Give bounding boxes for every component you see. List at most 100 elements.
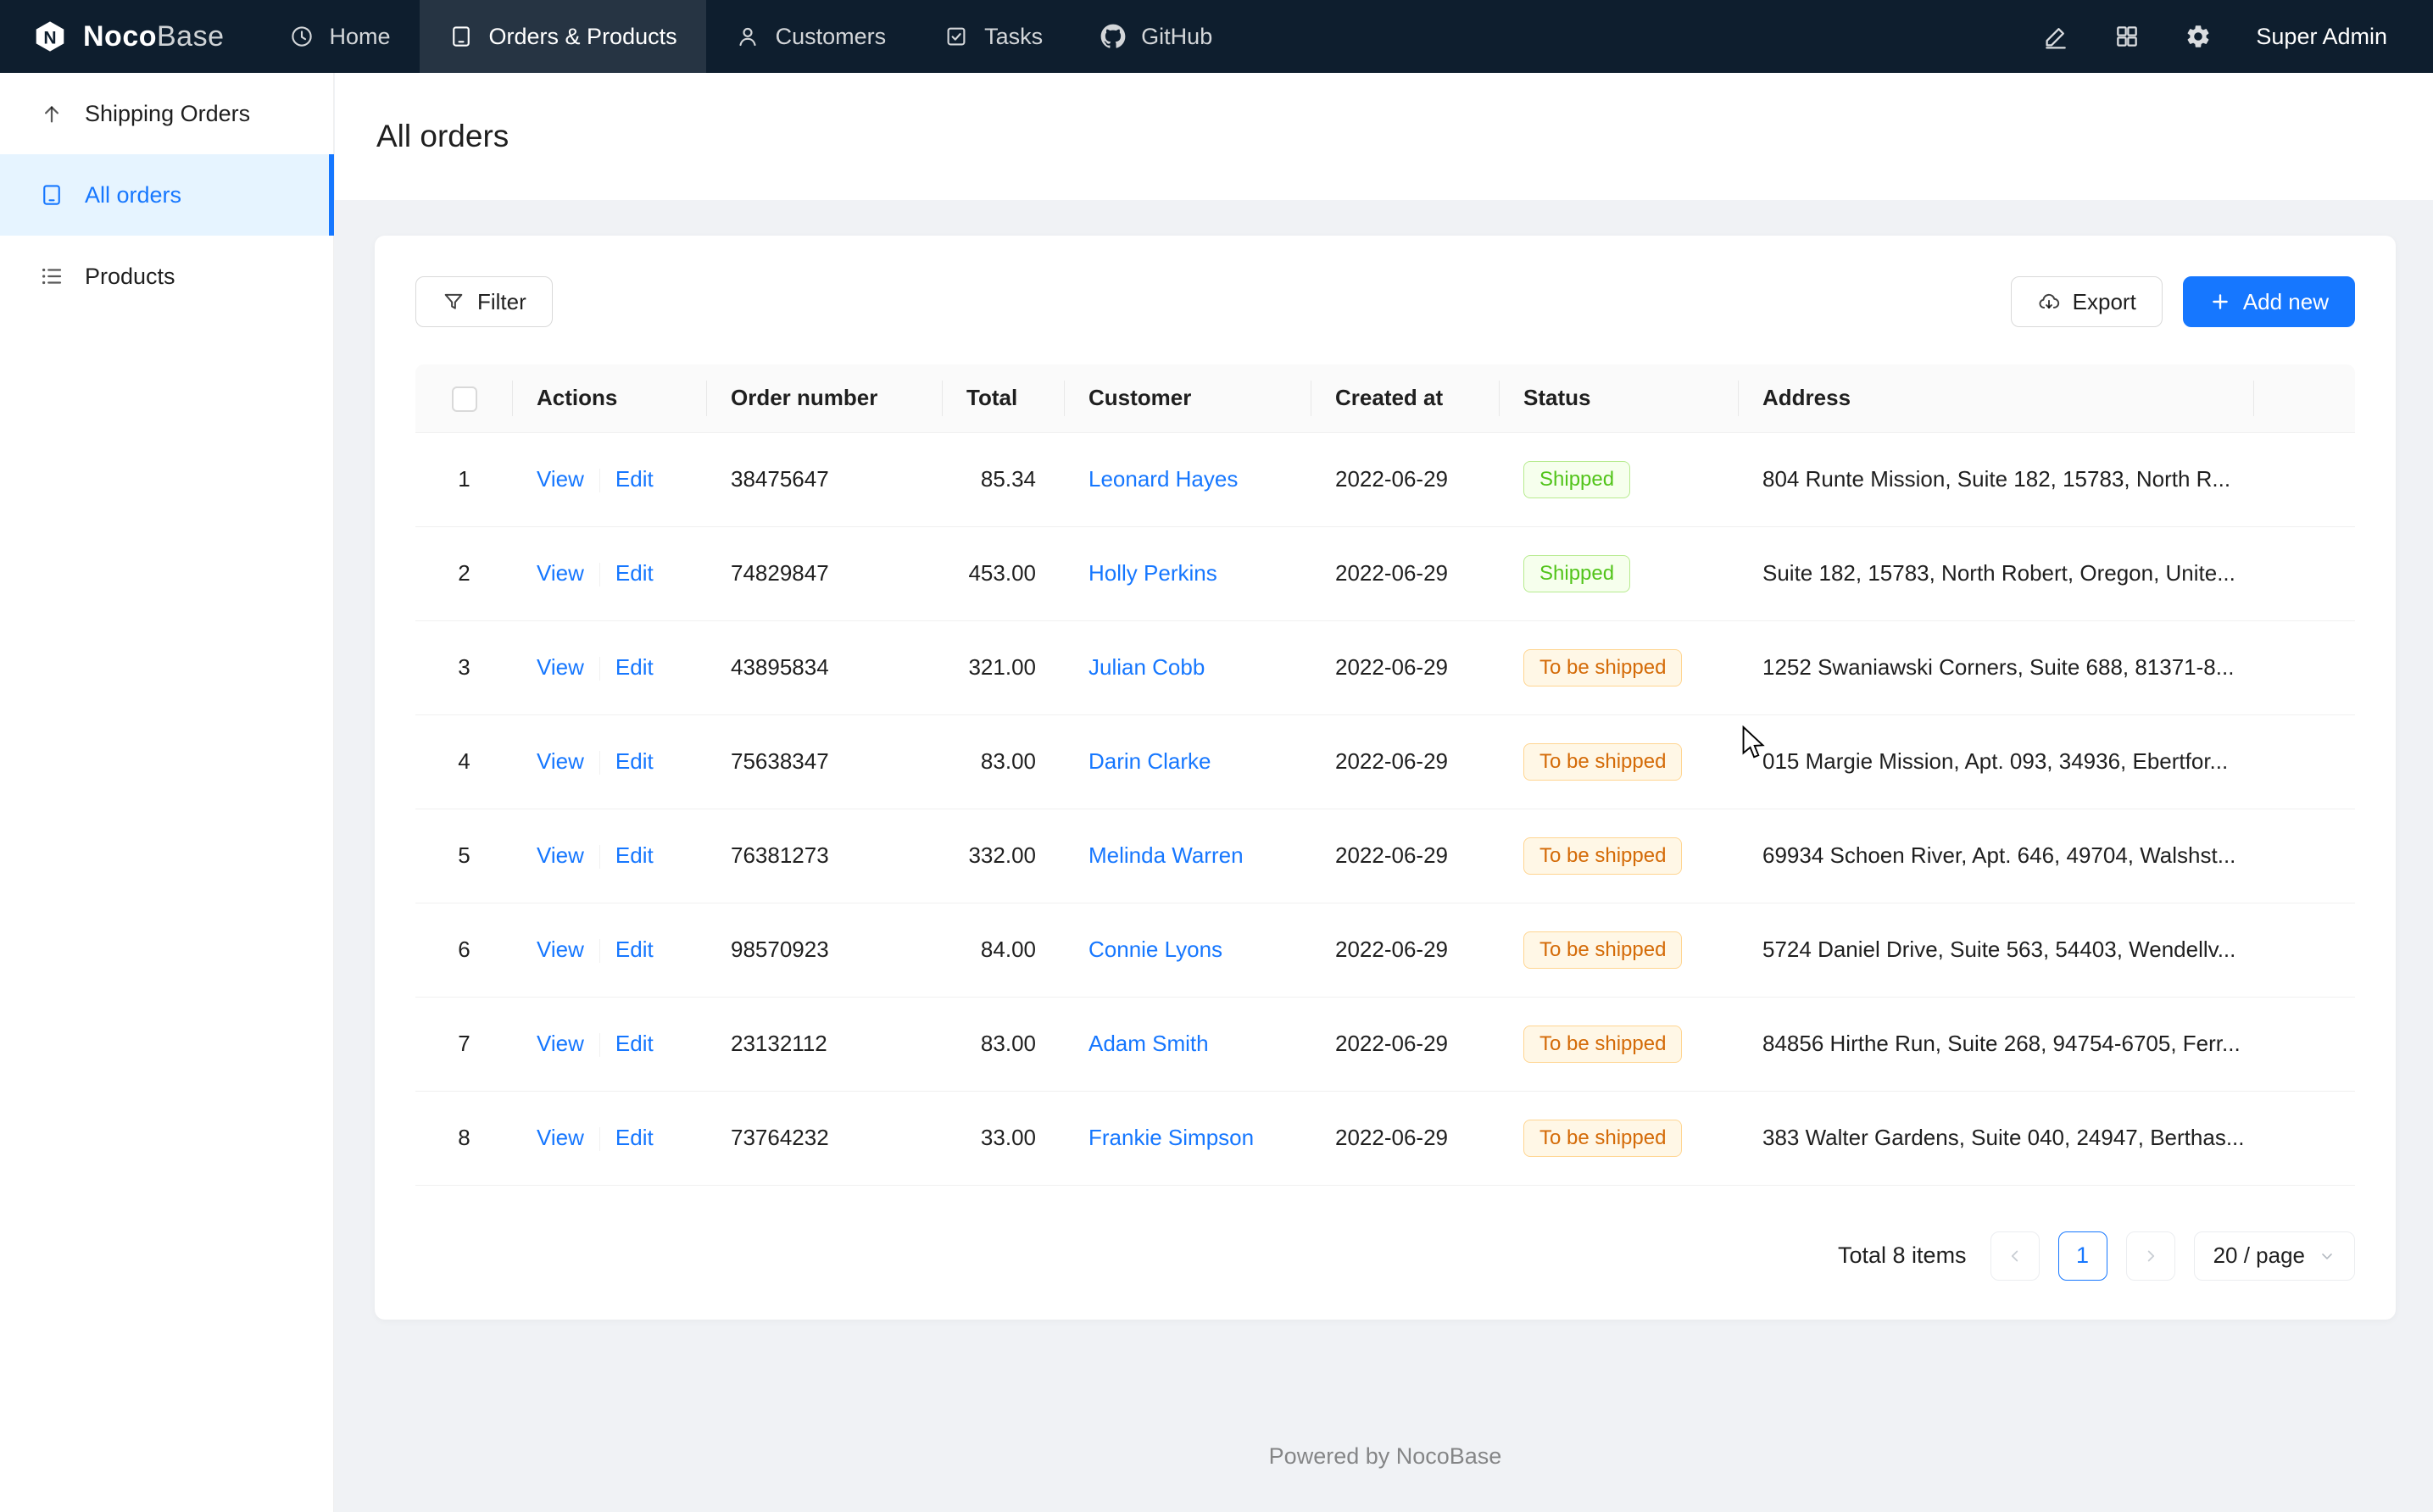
customer-link[interactable]: Adam Smith bbox=[1088, 1031, 1209, 1056]
customer-link[interactable]: Melinda Warren bbox=[1088, 842, 1244, 868]
row-filler bbox=[2254, 903, 2355, 997]
cloud-download-icon bbox=[2037, 290, 2061, 314]
view-link[interactable]: View bbox=[537, 748, 584, 774]
row-created-at: 2022-06-29 bbox=[1311, 997, 1500, 1091]
row-actions: View Edit bbox=[513, 714, 707, 809]
pagination-next-button[interactable] bbox=[2126, 1231, 2175, 1281]
powered-by-link[interactable]: Powered by NocoBase bbox=[375, 1443, 2396, 1470]
status-badge: To be shipped bbox=[1523, 1026, 1682, 1063]
status-badge: Shipped bbox=[1523, 555, 1630, 592]
row-filler bbox=[2254, 809, 2355, 903]
select-all-checkbox[interactable] bbox=[452, 386, 477, 412]
row-total: 85.34 bbox=[943, 432, 1065, 526]
view-link[interactable]: View bbox=[537, 466, 584, 492]
column-header-select bbox=[415, 364, 513, 432]
edit-link[interactable]: Edit bbox=[615, 937, 654, 962]
nav-item-orders-products[interactable]: Orders & Products bbox=[420, 0, 706, 73]
row-actions: View Edit bbox=[513, 997, 707, 1091]
ui-editor-pen-icon[interactable] bbox=[2042, 23, 2069, 50]
row-actions: View Edit bbox=[513, 809, 707, 903]
toolbar-right: Export Add new bbox=[2011, 276, 2355, 327]
page-title: All orders bbox=[376, 119, 509, 154]
table-row: 8 ViewEdit 73764232 33.00 Frankie Simpso… bbox=[415, 1091, 2355, 1185]
view-link[interactable]: View bbox=[537, 937, 584, 962]
edit-link[interactable]: Edit bbox=[615, 466, 654, 492]
page-size-select[interactable]: 20 / page bbox=[2194, 1231, 2355, 1281]
chevron-right-icon bbox=[2141, 1247, 2160, 1265]
view-link[interactable]: View bbox=[537, 1031, 584, 1056]
table-row: 7 ViewEdit 23132112 83.00 Adam Smith 202… bbox=[415, 997, 2355, 1091]
action-divider bbox=[599, 469, 600, 492]
nav-item-label: Home bbox=[330, 24, 391, 50]
status-badge: To be shipped bbox=[1523, 931, 1682, 969]
table-row: 6 ViewEdit 98570923 84.00 Connie Lyons 2… bbox=[415, 903, 2355, 997]
page-header: All orders bbox=[335, 73, 2433, 200]
edit-link[interactable]: Edit bbox=[615, 560, 654, 586]
add-new-button[interactable]: Add new bbox=[2183, 276, 2355, 327]
row-status: To be shipped bbox=[1500, 997, 1739, 1091]
view-link[interactable]: View bbox=[537, 842, 584, 868]
customer-link[interactable]: Darin Clarke bbox=[1088, 748, 1211, 774]
orders-tablet-icon bbox=[448, 24, 474, 49]
row-order-number: 38475647 bbox=[707, 432, 943, 526]
row-customer: Adam Smith bbox=[1065, 997, 1311, 1091]
row-address: 015 Margie Mission, Apt. 093, 34936, Ebe… bbox=[1739, 714, 2254, 809]
orders-card: Filter Export Add new bbox=[375, 236, 2396, 1320]
pagination-total: Total 8 items bbox=[1838, 1242, 1967, 1269]
customer-link[interactable]: Connie Lyons bbox=[1088, 937, 1222, 962]
row-address: 84856 Hirthe Run, Suite 268, 94754-6705,… bbox=[1739, 997, 2254, 1091]
row-index: 6 bbox=[415, 903, 513, 997]
row-actions: View Edit bbox=[513, 432, 707, 526]
action-divider bbox=[599, 657, 600, 681]
arrow-up-icon bbox=[39, 101, 64, 126]
chevron-left-icon bbox=[2006, 1247, 2024, 1265]
pagination: Total 8 items 1 20 / page bbox=[415, 1231, 2355, 1281]
brand-name: NocoBase bbox=[83, 20, 225, 53]
nav-item-github[interactable]: GitHub bbox=[1072, 0, 1241, 73]
filter-button[interactable]: Filter bbox=[415, 276, 553, 327]
sidebar-item-shipping-orders[interactable]: Shipping Orders bbox=[0, 73, 333, 154]
edit-link[interactable]: Edit bbox=[615, 748, 654, 774]
filter-button-label: Filter bbox=[477, 289, 526, 315]
orders-table: Actions Order number Total Customer Crea… bbox=[415, 364, 2355, 1186]
row-index: 3 bbox=[415, 620, 513, 714]
user-menu[interactable]: Super Admin bbox=[2256, 24, 2387, 50]
nav-item-home[interactable]: Home bbox=[260, 0, 420, 73]
row-order-number: 73764232 bbox=[707, 1091, 943, 1185]
svg-text:N: N bbox=[43, 28, 56, 47]
row-total: 332.00 bbox=[943, 809, 1065, 903]
customer-link[interactable]: Julian Cobb bbox=[1088, 654, 1205, 680]
view-link[interactable]: View bbox=[537, 1125, 584, 1150]
row-customer: Darin Clarke bbox=[1065, 714, 1311, 809]
sidebar-item-products[interactable]: Products bbox=[0, 236, 333, 317]
sidebar-item-label: Shipping Orders bbox=[85, 101, 250, 127]
plugins-grid-icon[interactable] bbox=[2113, 23, 2141, 50]
edit-link[interactable]: Edit bbox=[615, 842, 654, 868]
nav-item-customers[interactable]: Customers bbox=[706, 0, 916, 73]
settings-gear-icon[interactable] bbox=[2185, 23, 2212, 50]
brand[interactable]: N NocoBase bbox=[0, 0, 260, 73]
row-total: 83.00 bbox=[943, 997, 1065, 1091]
sidebar-item-all-orders[interactable]: All orders bbox=[0, 154, 333, 236]
view-link[interactable]: View bbox=[537, 560, 584, 586]
nav-item-label: Customers bbox=[776, 24, 887, 50]
customer-link[interactable]: Leonard Hayes bbox=[1088, 466, 1238, 492]
export-button[interactable]: Export bbox=[2011, 276, 2163, 327]
customer-link[interactable]: Frankie Simpson bbox=[1088, 1125, 1254, 1150]
edit-link[interactable]: Edit bbox=[615, 1031, 654, 1056]
nav-item-label: GitHub bbox=[1141, 24, 1212, 50]
row-created-at: 2022-06-29 bbox=[1311, 432, 1500, 526]
nav-item-tasks[interactable]: Tasks bbox=[915, 0, 1072, 73]
row-order-number: 74829847 bbox=[707, 526, 943, 620]
pagination-page-1[interactable]: 1 bbox=[2058, 1231, 2107, 1281]
pagination-prev-button[interactable] bbox=[1990, 1231, 2040, 1281]
edit-link[interactable]: Edit bbox=[615, 654, 654, 680]
customer-link[interactable]: Holly Perkins bbox=[1088, 560, 1217, 586]
edit-link[interactable]: Edit bbox=[615, 1125, 654, 1150]
view-link[interactable]: View bbox=[537, 654, 584, 680]
row-actions: View Edit bbox=[513, 620, 707, 714]
home-icon bbox=[289, 24, 315, 49]
row-status: Shipped bbox=[1500, 432, 1739, 526]
row-customer: Julian Cobb bbox=[1065, 620, 1311, 714]
table-row: 1 ViewEdit 38475647 85.34 Leonard Hayes … bbox=[415, 432, 2355, 526]
